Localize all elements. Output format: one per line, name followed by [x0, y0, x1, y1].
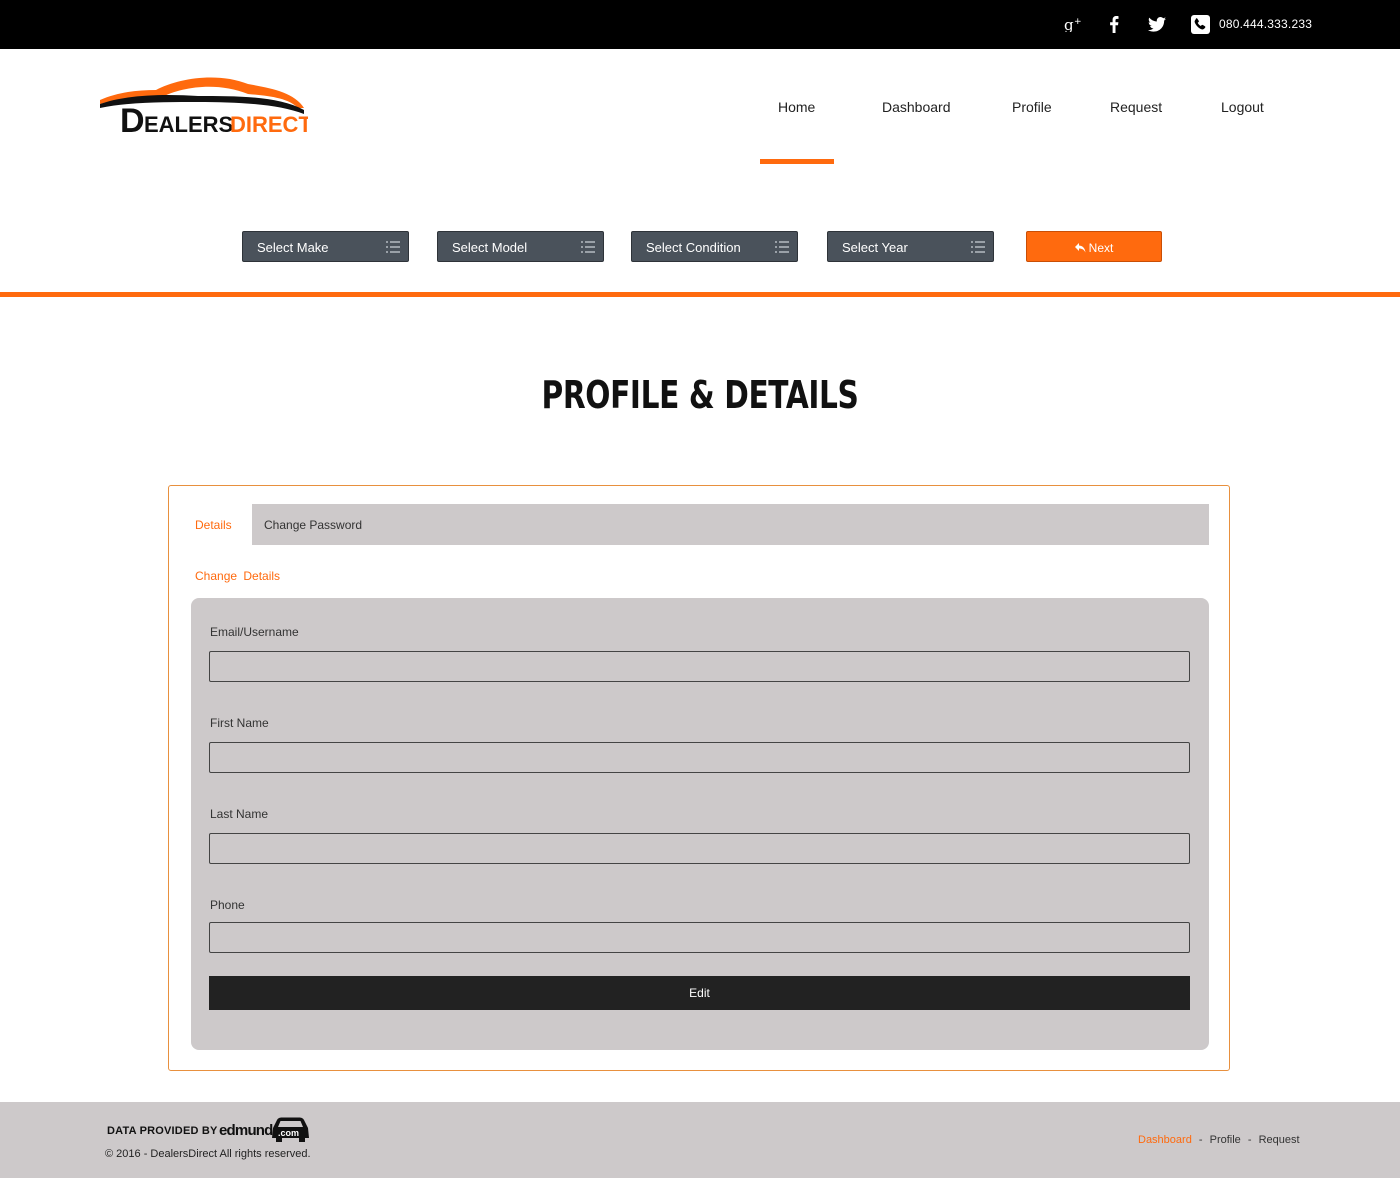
phone-field[interactable] [209, 922, 1190, 953]
twitter-icon[interactable] [1145, 12, 1169, 36]
footer-link-profile[interactable]: Profile [1210, 1134, 1241, 1146]
page-title: PROFILE & DETAILS [541, 373, 859, 417]
google-plus-icon[interactable]: g + [1062, 12, 1086, 36]
header-divider [0, 292, 1400, 297]
footer-links: Dashboard - Profile - Request [1138, 1134, 1300, 1146]
footer-separator: - [1247, 1134, 1252, 1146]
nav-item-home[interactable]: Home [778, 99, 815, 115]
edmunds-wordmark: edmunds [219, 1122, 281, 1139]
list-icon [386, 241, 400, 253]
reply-arrow-icon [1074, 242, 1086, 252]
select-make[interactable]: Select Make [242, 231, 409, 262]
first-name-label: First Name [210, 716, 269, 730]
select-year[interactable]: Select Year [827, 231, 994, 262]
edmunds-logo[interactable]: edmunds .com [219, 1116, 311, 1146]
logo-letter-d: D [120, 102, 145, 138]
facebook-icon[interactable] [1104, 12, 1124, 36]
select-model-label: Select Model [452, 240, 528, 255]
last-name-label: Last Name [210, 807, 269, 821]
footer-separator: - [1198, 1134, 1203, 1146]
nav-item-logout[interactable]: Logout [1221, 99, 1264, 115]
next-button-label: Next [1088, 240, 1114, 255]
phone-icon [1190, 12, 1210, 36]
phone-number: 080.444.333.233 [1219, 17, 1313, 31]
first-name-field[interactable] [209, 742, 1190, 773]
data-provided-by: DATA PROVIDED BY [107, 1125, 218, 1137]
copyright: © 2016 - DealersDirect All rights reserv… [105, 1148, 311, 1160]
list-icon [971, 241, 985, 253]
nav-item-request[interactable]: Request [1110, 99, 1162, 115]
logo-word-direct: DIRECT [230, 112, 308, 137]
nav-active-indicator [760, 159, 834, 164]
nav-item-dashboard[interactable]: Dashboard [882, 99, 951, 115]
phone-label: Phone [210, 898, 245, 912]
tab-change-password-label[interactable]: Change Password [264, 518, 362, 532]
tab-change-password[interactable] [252, 504, 1209, 545]
select-make-label: Select Make [257, 240, 329, 255]
svg-text:+: + [1074, 17, 1082, 27]
svg-text:g: g [1064, 16, 1074, 32]
select-model[interactable]: Select Model [437, 231, 604, 262]
next-button[interactable]: Next [1026, 231, 1162, 262]
edmunds-dotcom: .com [278, 1128, 299, 1138]
select-year-label: Select Year [842, 240, 908, 255]
list-icon [775, 241, 789, 253]
select-condition[interactable]: Select Condition [631, 231, 798, 262]
change-details-heading: Change Details [195, 569, 281, 583]
email-field[interactable] [209, 651, 1190, 682]
edit-button[interactable]: Edit [209, 976, 1190, 1010]
select-condition-label: Select Condition [646, 240, 741, 255]
list-icon [581, 241, 595, 253]
footer-link-request[interactable]: Request [1259, 1134, 1300, 1146]
dealers-direct-logo[interactable]: D EALERS DIRECT [98, 74, 312, 140]
logo-word-dealers: EALERS [144, 112, 233, 137]
tab-details[interactable]: Details [195, 518, 232, 532]
footer-link-dashboard[interactable]: Dashboard [1138, 1134, 1192, 1146]
email-label: Email/Username [210, 625, 299, 639]
last-name-field[interactable] [209, 833, 1190, 864]
nav-item-profile[interactable]: Profile [1012, 99, 1052, 115]
